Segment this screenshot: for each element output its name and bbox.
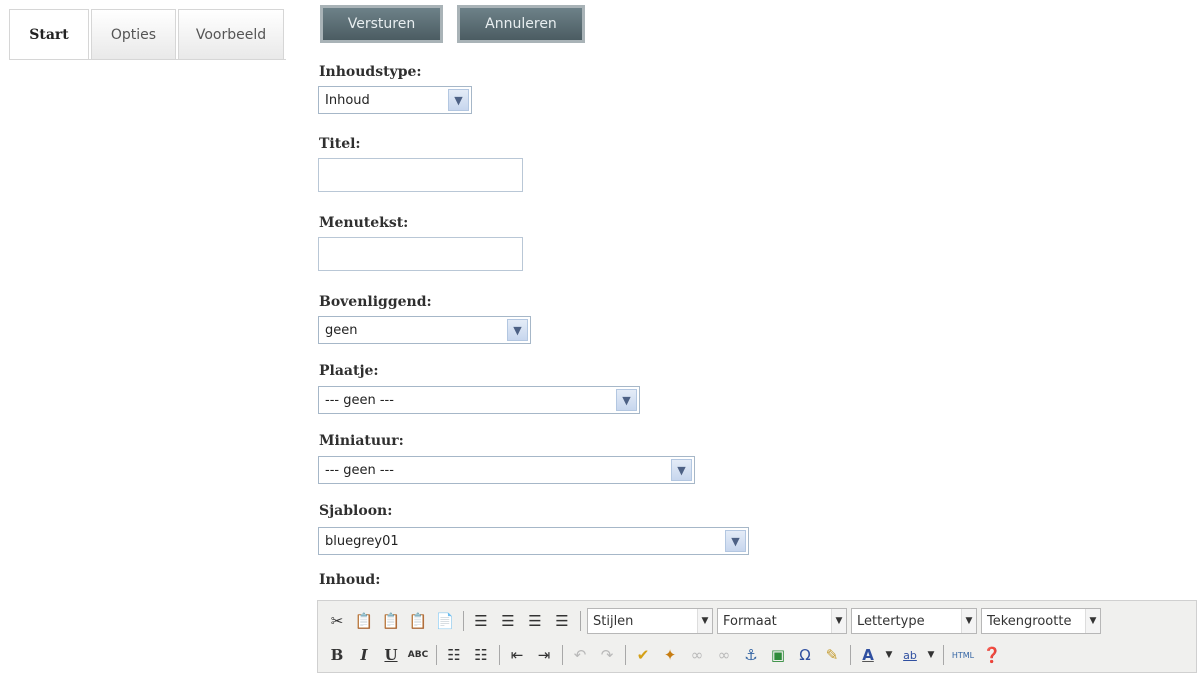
format-value: Formaat — [723, 613, 777, 629]
anchor-icon[interactable]: ⚓ — [740, 644, 762, 666]
content-label: Inhoud: — [319, 572, 381, 588]
unlink-icon[interactable]: ∞ — [713, 644, 735, 666]
template-label: Sjabloon: — [319, 503, 393, 519]
cleanup-icon[interactable]: ✦ — [659, 644, 681, 666]
image-label: Plaatje: — [319, 363, 379, 379]
separator — [580, 611, 581, 631]
cut-icon[interactable]: ✂ — [326, 610, 348, 632]
send-button[interactable]: Versturen — [320, 5, 443, 43]
align-justify-icon[interactable]: ☰ — [551, 610, 573, 632]
template-select[interactable]: bluegrey01 ▼ — [318, 527, 749, 555]
italic-icon[interactable]: I — [353, 644, 375, 666]
separator — [463, 611, 464, 631]
tab-bar: Start Opties Voorbeeld — [9, 9, 286, 60]
outdent-icon[interactable]: ⇤ — [506, 644, 528, 666]
underline-icon[interactable]: U — [380, 644, 402, 666]
parent-label: Bovenliggend: — [319, 294, 432, 310]
parent-value: geen — [325, 322, 358, 338]
numbered-list-icon[interactable]: ☷ — [470, 644, 492, 666]
font-size-value: Tekengrootte — [987, 613, 1072, 629]
html-source-icon[interactable]: HTML — [950, 644, 976, 666]
separator — [625, 645, 626, 665]
chevron-down-icon[interactable]: ▼ — [616, 389, 637, 411]
image-value: --- geen --- — [325, 392, 394, 408]
parent-select[interactable]: geen ▼ — [318, 316, 531, 344]
toolbar-row-1: ✂ 📋 📋 📋 📄 ☰ ☰ ☰ ☰ Stijlen ▼ Formaat ▼ Le… — [326, 607, 1105, 635]
content-type-label: Inhoudstype: — [319, 64, 422, 80]
brush-icon[interactable]: ✎ — [821, 644, 843, 666]
title-label: Titel: — [319, 136, 361, 152]
chevron-down-icon[interactable]: ▼ — [448, 89, 469, 111]
indent-icon[interactable]: ⇥ — [533, 644, 555, 666]
tab-start[interactable]: Start — [9, 9, 89, 59]
spellcheck-icon[interactable]: ✔ — [632, 644, 654, 666]
paste-word-icon[interactable]: 📋 — [407, 610, 429, 632]
menu-text-label: Menutekst: — [319, 215, 409, 231]
dropdown-arrow-icon[interactable]: ▼ — [884, 644, 894, 666]
separator — [943, 645, 944, 665]
paste-icon[interactable]: 📋 — [353, 610, 375, 632]
styles-select[interactable]: Stijlen ▼ — [587, 608, 713, 634]
dropdown-arrow-icon[interactable]: ▼ — [1085, 609, 1100, 633]
link-icon[interactable]: ∞ — [686, 644, 708, 666]
strikethrough-icon[interactable]: ABC — [407, 644, 429, 666]
dropdown-arrow-icon[interactable]: ▼ — [697, 609, 712, 633]
dropdown-arrow-icon[interactable]: ▼ — [831, 609, 846, 633]
copy-icon[interactable]: 📄 — [434, 610, 456, 632]
toolbar-row-2: B I U ABC ☷ ☷ ⇤ ⇥ ↶ ↷ ✔ ✦ ∞ ∞ ⚓ ▣ Ω ✎ A … — [326, 641, 1008, 669]
omega-icon[interactable]: Ω — [794, 644, 816, 666]
dropdown-arrow-icon[interactable]: ▼ — [926, 644, 936, 666]
font-select[interactable]: Lettertype ▼ — [851, 608, 977, 634]
redo-icon[interactable]: ↷ — [596, 644, 618, 666]
template-value: bluegrey01 — [325, 533, 399, 549]
cancel-button[interactable]: Annuleren — [457, 5, 585, 43]
separator — [499, 645, 500, 665]
align-right-icon[interactable]: ☰ — [524, 610, 546, 632]
bold-icon[interactable]: B — [326, 644, 348, 666]
format-select[interactable]: Formaat ▼ — [717, 608, 847, 634]
editor-toolbar: ✂ 📋 📋 📋 📄 ☰ ☰ ☰ ☰ Stijlen ▼ Formaat ▼ Le… — [317, 600, 1197, 673]
menu-text-input[interactable] — [318, 237, 523, 271]
image-select[interactable]: --- geen --- ▼ — [318, 386, 640, 414]
separator — [436, 645, 437, 665]
thumbnail-label: Miniatuur: — [319, 433, 404, 449]
chevron-down-icon[interactable]: ▼ — [671, 459, 692, 481]
chevron-down-icon[interactable]: ▼ — [507, 319, 528, 341]
align-center-icon[interactable]: ☰ — [497, 610, 519, 632]
chevron-down-icon[interactable]: ▼ — [725, 530, 746, 552]
content-type-value: Inhoud — [325, 92, 370, 108]
paste-text-icon[interactable]: 📋 — [380, 610, 402, 632]
separator — [562, 645, 563, 665]
undo-icon[interactable]: ↶ — [569, 644, 591, 666]
font-size-select[interactable]: Tekengrootte ▼ — [981, 608, 1101, 634]
text-color-icon[interactable]: A — [857, 644, 879, 666]
title-input[interactable] — [318, 158, 523, 192]
tab-voorbeeld[interactable]: Voorbeeld — [178, 9, 284, 59]
styles-value: Stijlen — [593, 613, 634, 629]
bullet-list-icon[interactable]: ☷ — [443, 644, 465, 666]
thumbnail-select[interactable]: --- geen --- ▼ — [318, 456, 695, 484]
separator — [850, 645, 851, 665]
help-icon[interactable]: ❓ — [981, 644, 1003, 666]
thumbnail-value: --- geen --- — [325, 462, 394, 478]
content-type-select[interactable]: Inhoud ▼ — [318, 86, 472, 114]
highlight-color-icon[interactable]: ab — [899, 644, 921, 666]
image-icon[interactable]: ▣ — [767, 644, 789, 666]
align-left-icon[interactable]: ☰ — [470, 610, 492, 632]
dropdown-arrow-icon[interactable]: ▼ — [961, 609, 976, 633]
tab-opties[interactable]: Opties — [91, 9, 176, 59]
font-value: Lettertype — [857, 613, 925, 629]
